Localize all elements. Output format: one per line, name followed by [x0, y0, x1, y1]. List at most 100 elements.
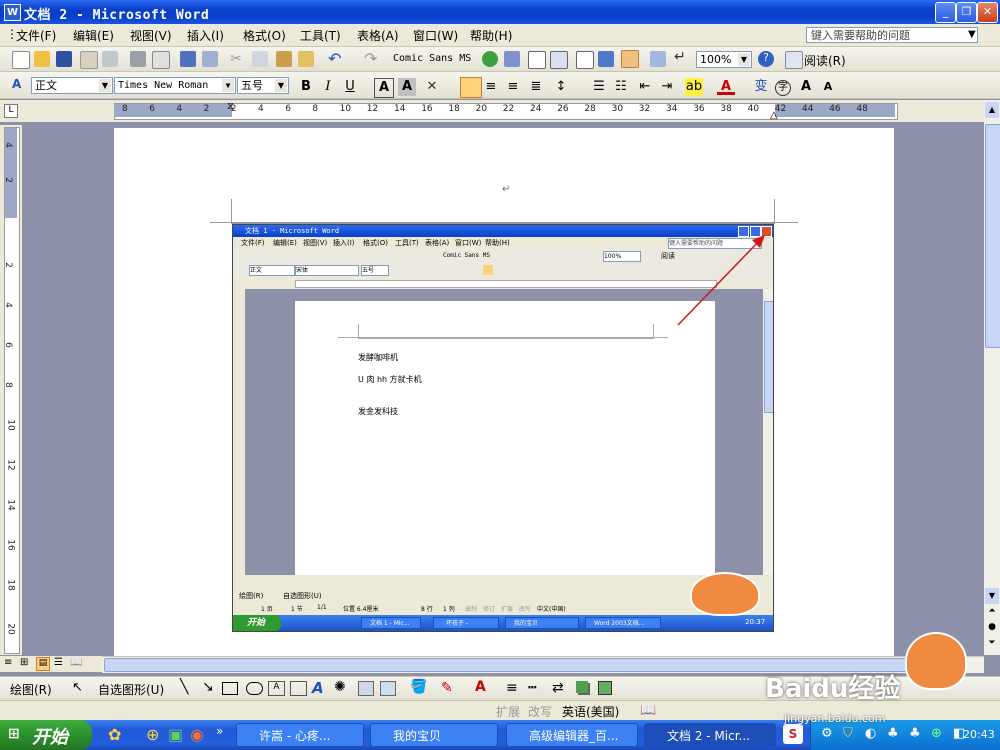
fill-color-icon[interactable]: 🪣: [410, 679, 427, 695]
vertical-scroll-thumb[interactable]: [985, 124, 1000, 348]
quick-launch-icon-2[interactable]: ⊕: [146, 725, 159, 744]
drawing-font-color-icon[interactable]: A: [475, 679, 486, 695]
scroll-up-button[interactable]: ▲: [985, 102, 999, 118]
numbering-icon[interactable]: ☰: [590, 78, 608, 96]
status-extend[interactable]: 扩展: [496, 703, 520, 720]
sogou-icon[interactable]: S: [783, 724, 803, 744]
autoshapes-menu-button[interactable]: 自选图形(U): [98, 681, 164, 698]
enclose-characters-icon[interactable]: 字: [775, 80, 791, 96]
help-dropdown-icon[interactable]: ▼: [968, 29, 976, 40]
embedded-screenshot[interactable]: 文档 1 - Microsoft Word 文件(F) 编辑(E) 视图(V) …: [232, 224, 774, 632]
cut-icon[interactable]: ✂: [230, 51, 246, 67]
select-browse-object-icon[interactable]: ●: [985, 622, 999, 636]
reading-view-icon[interactable]: 📖: [70, 657, 82, 668]
3d-style-icon[interactable]: [598, 681, 612, 695]
read-button[interactable]: 阅读(R): [804, 52, 846, 69]
clock[interactable]: 20:43: [963, 728, 995, 741]
print-icon[interactable]: [130, 51, 146, 67]
help-search-input[interactable]: 键入需要帮助的问题: [806, 27, 978, 43]
help-icon[interactable]: ?: [758, 51, 774, 67]
increase-indent-icon[interactable]: ⇥: [658, 78, 676, 96]
tables-borders-icon[interactable]: [504, 51, 520, 67]
redo-icon[interactable]: ↷: [364, 49, 380, 68]
start-button[interactable]: ⊞ 开始: [0, 720, 92, 750]
research-icon[interactable]: [202, 51, 218, 67]
spelling-icon[interactable]: [180, 51, 196, 67]
format-painter-icon[interactable]: [298, 51, 314, 67]
quick-launch-more-icon[interactable]: »: [216, 724, 223, 738]
rectangle-tool-icon[interactable]: [222, 682, 238, 695]
insert-table-icon[interactable]: [528, 51, 546, 69]
status-language[interactable]: 英语(美国): [562, 703, 619, 720]
show-hide-icon[interactable]: [650, 51, 666, 67]
read-icon[interactable]: [785, 51, 803, 69]
normal-view-icon[interactable]: ≡: [4, 657, 12, 668]
quick-launch-icon-3[interactable]: ▣: [168, 725, 183, 744]
italic-button[interactable]: I: [319, 78, 337, 96]
shadow-style-icon[interactable]: [576, 681, 588, 693]
bold-button[interactable]: B: [297, 78, 315, 96]
arrow-style-icon[interactable]: ⇄: [552, 680, 564, 696]
menu-file[interactable]: 文件(F): [16, 27, 56, 44]
align-right-icon[interactable]: ≡: [504, 78, 522, 96]
header-area[interactable]: [231, 199, 775, 224]
taskbar-item-editor[interactable]: 高级编辑器_百...: [506, 723, 638, 747]
close-button[interactable]: ✕: [977, 2, 998, 23]
scroll-down-button[interactable]: ▼: [985, 588, 999, 604]
chevron-down-icon[interactable]: ▼: [99, 79, 111, 92]
font-color-icon[interactable]: A: [717, 78, 735, 95]
font-select[interactable]: Times New Roman ▼: [114, 77, 236, 94]
oval-tool-icon[interactable]: [246, 682, 263, 695]
spelling-status-icon[interactable]: 📖: [640, 703, 656, 718]
restore-button[interactable]: ❐: [956, 2, 977, 23]
menu-edit[interactable]: 编辑(E): [73, 27, 114, 44]
character-scale-icon[interactable]: ✕: [423, 78, 441, 96]
align-center-icon[interactable]: ≡: [482, 78, 500, 96]
text-box-icon[interactable]: A: [268, 681, 285, 696]
new-document-icon[interactable]: [12, 51, 30, 69]
right-indent-marker[interactable]: △: [770, 110, 778, 121]
justify-icon[interactable]: ≣: [527, 78, 545, 96]
line-color-icon[interactable]: ✎: [441, 680, 453, 696]
draw-menu-button[interactable]: 绘图(R): [10, 681, 52, 698]
menu-help[interactable]: 帮助(H): [470, 27, 512, 44]
print-layout-view-icon[interactable]: ▤: [36, 657, 50, 671]
tray-icon-5[interactable]: ♣: [909, 726, 921, 741]
highlight-icon[interactable]: ab: [685, 78, 703, 96]
insert-picture-icon[interactable]: [380, 681, 396, 696]
wordart-icon[interactable]: A: [312, 679, 324, 697]
minimize-button[interactable]: _: [935, 2, 956, 23]
print-preview-icon[interactable]: [152, 51, 170, 69]
email-icon[interactable]: [102, 51, 118, 67]
undo-icon[interactable]: ↶: [328, 49, 344, 68]
decrease-indent-icon[interactable]: ⇤: [636, 78, 654, 96]
line-tool-icon[interactable]: ╲: [180, 679, 188, 695]
character-border-icon[interactable]: A: [374, 78, 394, 98]
tab-selector-icon[interactable]: L: [4, 104, 18, 118]
quick-launch-icon-1[interactable]: ✿: [108, 725, 121, 744]
underline-button[interactable]: U: [341, 78, 359, 96]
menu-format[interactable]: 格式(O): [243, 27, 286, 44]
menu-view[interactable]: 视图(V): [130, 27, 172, 44]
paste-icon[interactable]: [276, 51, 292, 67]
chevron-down-icon[interactable]: ▼: [738, 53, 750, 66]
taskbar-item-word[interactable]: 文档 2 - Micr...: [644, 723, 776, 747]
outline-view-icon[interactable]: ☰: [54, 657, 63, 668]
menu-tools[interactable]: 工具(T): [300, 27, 341, 44]
styles-icon[interactable]: A: [12, 77, 28, 93]
zoom-select[interactable]: 100% ▼: [696, 51, 752, 68]
taskbar-item-folder[interactable]: 我的宝贝: [370, 723, 498, 747]
title-bar[interactable]: W 文档 2 - Microsoft Word _ ❐ ✕: [0, 0, 1000, 24]
word-app-icon[interactable]: W: [4, 4, 21, 21]
permission-icon[interactable]: [80, 51, 98, 69]
first-line-indent-marker[interactable]: ⧖: [227, 101, 234, 112]
grow-font-icon[interactable]: A: [797, 78, 815, 96]
tray-shield-icon[interactable]: ⛉: [843, 726, 853, 741]
bullets-icon[interactable]: ☷: [612, 78, 630, 96]
diagram-icon[interactable]: ✺: [334, 679, 346, 695]
previous-page-icon[interactable]: ⏶: [985, 606, 999, 620]
font-size-select[interactable]: 五号 ▼: [237, 77, 289, 94]
font-preview-label[interactable]: Comic Sans MS: [393, 53, 471, 64]
columns-icon[interactable]: [576, 51, 594, 69]
quick-launch-icon-4[interactable]: ◉: [190, 725, 204, 744]
